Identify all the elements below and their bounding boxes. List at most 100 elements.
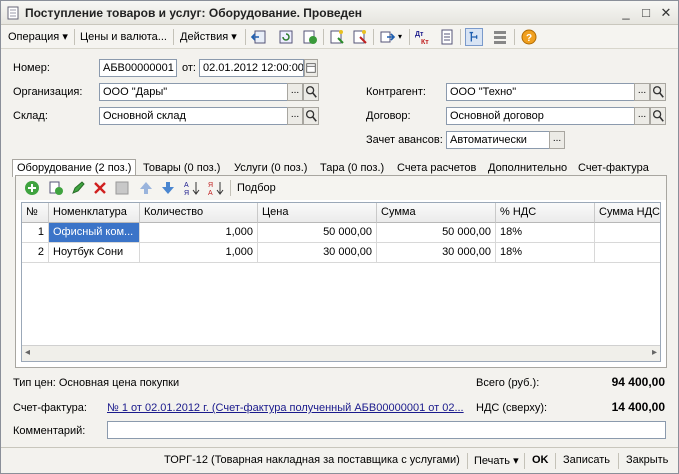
tab-additional[interactable]: Дополнительно bbox=[483, 159, 572, 176]
vat-value: 14 400,00 bbox=[611, 400, 665, 414]
tab-invoice[interactable]: Счет-фактура bbox=[573, 159, 654, 176]
bottom-divider bbox=[524, 453, 525, 469]
bottom-divider bbox=[555, 453, 556, 469]
contract-field[interactable]: Основной договор bbox=[446, 107, 635, 125]
comment-field[interactable] bbox=[107, 421, 666, 439]
save-button[interactable]: Записать bbox=[563, 454, 610, 466]
tab-containers[interactable]: Тара (0 поз.) bbox=[315, 159, 389, 176]
horizontal-scrollbar[interactable]: ◂ ▸ bbox=[22, 345, 660, 361]
close-form-button[interactable]: Закрыть bbox=[626, 454, 668, 466]
scroll-right-icon[interactable]: ▸ bbox=[652, 347, 657, 358]
row-vat-rate[interactable]: 18% bbox=[496, 243, 595, 263]
list-settings-icon[interactable] bbox=[491, 28, 509, 46]
contract-open-icon[interactable] bbox=[650, 107, 666, 125]
warehouse-open-icon[interactable] bbox=[303, 107, 319, 125]
copy-row-icon[interactable] bbox=[48, 180, 64, 196]
move-up-icon[interactable] bbox=[138, 180, 154, 196]
prices-currency-button[interactable]: Цены и валюта... bbox=[80, 29, 167, 45]
print-menu[interactable]: Печать ▾ bbox=[474, 454, 519, 467]
tab-goods[interactable]: Товары (0 поз.) bbox=[138, 159, 225, 176]
maximize-button[interactable]: □ bbox=[638, 5, 654, 21]
help-icon[interactable]: ? bbox=[520, 28, 538, 46]
actions-menu[interactable]: Действия ▾ bbox=[180, 29, 237, 45]
number-label: Номер: bbox=[13, 62, 50, 74]
vat-label: НДС (сверху): bbox=[476, 402, 548, 414]
comment-label: Комментарий: bbox=[13, 425, 86, 437]
refresh-icon[interactable] bbox=[277, 28, 295, 46]
sort-asc-icon[interactable]: АЯ bbox=[184, 180, 200, 196]
operation-menu[interactable]: Операция ▾ bbox=[8, 29, 68, 45]
close-button[interactable]: ✕ bbox=[658, 5, 674, 21]
report-icon[interactable] bbox=[438, 28, 456, 46]
row-price[interactable]: 50 000,00 bbox=[258, 223, 377, 243]
invoice-link[interactable]: № 1 от 02.01.2012 г. (Счет-фактура получ… bbox=[107, 402, 464, 414]
number-field[interactable]: АБВ00000001 bbox=[99, 59, 177, 77]
contractor-select-button[interactable]: ... bbox=[634, 83, 650, 101]
col-header-vat-rate[interactable]: % НДС bbox=[496, 203, 595, 223]
end-edit-icon[interactable] bbox=[114, 180, 130, 196]
torg12-print-button[interactable]: ТОРГ-12 (Товарная накладная за поставщик… bbox=[164, 454, 460, 466]
edit-row-icon[interactable] bbox=[70, 180, 86, 196]
row-item[interactable]: Ноутбук Сони bbox=[49, 243, 140, 263]
col-header-qty[interactable]: Количество bbox=[140, 203, 258, 223]
date-label: от: bbox=[182, 62, 196, 74]
tab-services[interactable]: Услуги (0 поз.) bbox=[229, 159, 312, 176]
toolbar-divider bbox=[373, 29, 374, 45]
date-field[interactable]: 02.01.2012 12:00:00 bbox=[199, 59, 304, 77]
calendar-icon[interactable] bbox=[304, 59, 318, 77]
row-sum[interactable]: 30 000,00 bbox=[377, 243, 496, 263]
copy-doc-icon[interactable] bbox=[301, 28, 319, 46]
document-icon bbox=[7, 6, 19, 20]
col-header-sum[interactable]: Сумма bbox=[377, 203, 496, 223]
row-vat-sum[interactable] bbox=[595, 243, 660, 263]
toolbar-divider bbox=[514, 29, 515, 45]
contractor-field[interactable]: ООО "Техно" bbox=[446, 83, 635, 101]
org-field[interactable]: ООО "Дары" bbox=[99, 83, 288, 101]
bottom-divider bbox=[618, 453, 619, 469]
svg-text:А: А bbox=[208, 190, 213, 196]
toolbar-divider bbox=[460, 29, 461, 45]
col-header-price[interactable]: Цена bbox=[258, 203, 377, 223]
scroll-left-icon[interactable]: ◂ bbox=[25, 347, 30, 358]
org-open-icon[interactable] bbox=[303, 83, 319, 101]
warehouse-select-button[interactable]: ... bbox=[287, 107, 303, 125]
contractor-open-icon[interactable] bbox=[650, 83, 666, 101]
svg-text:?: ? bbox=[526, 33, 532, 44]
back-arrow-icon[interactable] bbox=[250, 28, 268, 46]
warehouse-field[interactable]: Основной склад bbox=[99, 107, 288, 125]
debit-credit-icon[interactable]: ДтКт bbox=[414, 28, 432, 46]
equipment-panel: АЯ ЯА Подбор № Номенклатура Количество Ц… bbox=[15, 175, 667, 368]
col-header-vat-sum[interactable]: Сумма НДС bbox=[595, 203, 660, 223]
advance-label: Зачет авансов: bbox=[366, 134, 443, 146]
ok-button[interactable]: OK bbox=[532, 454, 549, 466]
advance-field[interactable]: Автоматически bbox=[446, 131, 550, 149]
tab-accounts[interactable]: Счета расчетов bbox=[392, 159, 481, 176]
total-value: 94 400,00 bbox=[611, 375, 665, 389]
move-down-icon[interactable] bbox=[160, 180, 176, 196]
row-sum[interactable]: 50 000,00 bbox=[377, 223, 496, 243]
pick-button[interactable]: Подбор bbox=[237, 182, 276, 194]
sort-desc-icon[interactable]: ЯА bbox=[208, 180, 224, 196]
row-qty[interactable]: 1,000 bbox=[140, 223, 258, 243]
row-qty[interactable]: 1,000 bbox=[140, 243, 258, 263]
row-vat-rate[interactable]: 18% bbox=[496, 223, 595, 243]
org-select-button[interactable]: ... bbox=[287, 83, 303, 101]
based-on-dropdown[interactable]: ▾ bbox=[398, 29, 402, 45]
add-row-icon[interactable] bbox=[24, 180, 40, 196]
post-doc-icon[interactable] bbox=[328, 28, 346, 46]
contractor-label: Контрагент: bbox=[366, 86, 426, 98]
structure-icon[interactable] bbox=[465, 28, 483, 46]
minimize-button[interactable]: _ bbox=[618, 5, 634, 21]
equipment-table[interactable]: № Номенклатура Количество Цена Сумма % Н… bbox=[21, 202, 661, 362]
row-vat-sum[interactable] bbox=[595, 223, 660, 243]
advance-select-button[interactable]: ... bbox=[549, 131, 565, 149]
price-type-label[interactable]: Тип цен: Основная цена покупки bbox=[13, 377, 179, 389]
row-item[interactable]: Офисный ком... bbox=[49, 223, 140, 243]
based-on-icon[interactable] bbox=[379, 28, 397, 46]
delete-row-icon[interactable] bbox=[92, 180, 108, 196]
col-header-item[interactable]: Номенклатура bbox=[49, 203, 140, 223]
col-header-num[interactable]: № bbox=[22, 203, 49, 223]
row-price[interactable]: 30 000,00 bbox=[258, 243, 377, 263]
contract-select-button[interactable]: ... bbox=[634, 107, 650, 125]
unpost-doc-icon[interactable] bbox=[351, 28, 369, 46]
